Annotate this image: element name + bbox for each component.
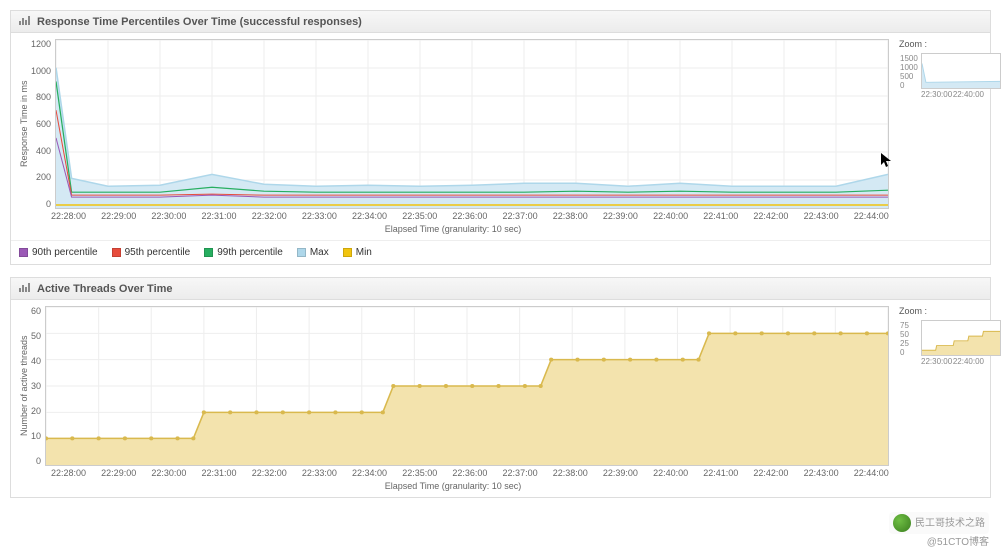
x-axis-ticks: 22:28:0022:29:0022:30:0022:31:0022:32:00… xyxy=(51,209,889,221)
legend-item[interactable]: Max xyxy=(297,247,329,258)
chart-plot-area[interactable] xyxy=(45,306,889,466)
panel-response-time: Response Time Percentiles Over Time (suc… xyxy=(10,10,991,265)
zoom-label: Zoom : xyxy=(899,306,984,316)
y-axis-ticks: 60 50 40 30 20 10 0 xyxy=(31,306,45,466)
legend-item[interactable]: 95th percentile xyxy=(112,247,191,258)
y-axis-label: Number of active threads xyxy=(17,306,31,466)
panel-header[interactable]: Response Time Percentiles Over Time (suc… xyxy=(11,11,990,33)
x-axis-label: Elapsed Time (granularity: 10 sec) xyxy=(17,224,889,234)
x-axis-ticks: 22:28:0022:29:0022:30:0022:31:0022:32:00… xyxy=(51,466,889,478)
chart-icon xyxy=(19,282,31,295)
zoom-minimap[interactable]: 150010005000 xyxy=(921,53,1001,89)
chart-plot-area[interactable] xyxy=(55,39,889,209)
legend-item[interactable]: 99th percentile xyxy=(204,247,283,258)
legend-item[interactable]: 90th percentile xyxy=(19,247,98,258)
legend-item[interactable]: Min xyxy=(343,247,372,258)
chart-icon xyxy=(19,15,31,28)
panel-title: Active Threads Over Time xyxy=(37,283,173,295)
zoom-label: Zoom : xyxy=(899,39,984,49)
panel-active-threads: Active Threads Over Time Number of activ… xyxy=(10,277,991,498)
panel-header[interactable]: Active Threads Over Time xyxy=(11,278,990,300)
watermark: 民工哥技术之路 @51CTO博客 xyxy=(889,512,989,549)
chart-legend: 90th percentile 95th percentile 99th per… xyxy=(11,240,990,264)
y-axis-ticks: 1200 1000 800 600 400 200 0 xyxy=(31,39,55,209)
zoom-minimap[interactable]: 7550250 xyxy=(921,320,1001,356)
panel-title: Response Time Percentiles Over Time (suc… xyxy=(37,16,362,28)
y-axis-label: Response Time in ms xyxy=(17,39,31,209)
x-axis-label: Elapsed Time (granularity: 10 sec) xyxy=(17,481,889,491)
